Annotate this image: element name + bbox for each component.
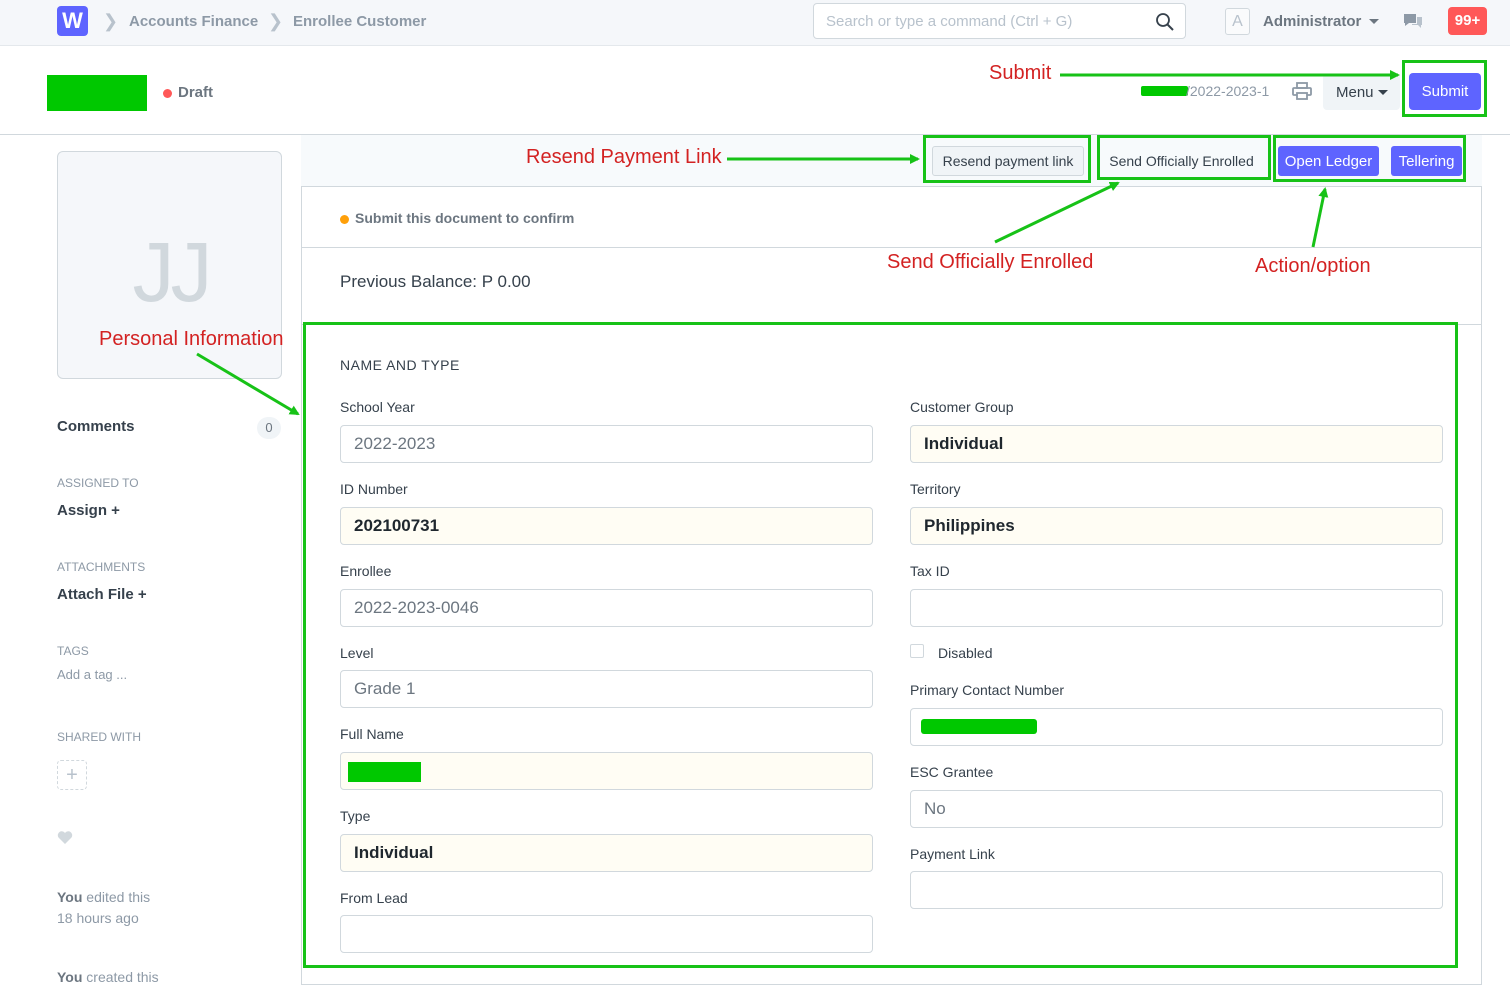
search-box xyxy=(813,3,1186,39)
annotation-box-resend xyxy=(923,135,1091,183)
menu-label: Menu xyxy=(1336,83,1374,101)
user-menu[interactable]: Administrator xyxy=(1263,13,1361,30)
submit-indicator-row: Submit this document to confirm xyxy=(301,188,1482,248)
menu-button[interactable]: Menu xyxy=(1323,74,1400,110)
navbar: W ❯ Accounts Finance ❯ Enrollee Customer… xyxy=(0,0,1510,46)
draft-indicator-dot xyxy=(163,89,172,98)
page-title-redacted xyxy=(47,75,147,111)
activity-user: You xyxy=(57,969,83,985)
comments-label[interactable]: Comments xyxy=(57,418,135,435)
annotation-box-submit xyxy=(1402,60,1487,117)
annotation-resend-payment-link: Resend Payment Link xyxy=(526,146,722,168)
annotation-box-personal-info xyxy=(303,322,1458,968)
comments-count: 0 xyxy=(257,417,281,439)
search-icon[interactable] xyxy=(1155,12,1175,32)
activity-action: created this xyxy=(82,969,159,985)
annotation-box-send-enrolled xyxy=(1097,135,1271,180)
annotation-box-actions xyxy=(1273,135,1466,182)
annotation-submit: Submit xyxy=(989,62,1052,84)
annotation-personal-information: Personal Information xyxy=(99,328,284,350)
notifications-badge[interactable]: 99+ xyxy=(1448,7,1487,35)
annotation-send-officially-enrolled: Send Officially Enrolled xyxy=(887,251,1094,273)
doc-name: /2022-2023-1 xyxy=(1186,83,1270,99)
status-indicator: Draft xyxy=(178,84,214,101)
app-logo[interactable]: W xyxy=(57,6,88,36)
avatar-initials: JJ xyxy=(132,225,213,319)
doc-name-redacted xyxy=(1141,86,1188,96)
previous-balance: Previous Balance: P 0.00 xyxy=(340,272,531,291)
page-head: Draft /2022-2023-1 Menu Submit xyxy=(0,46,1510,135)
search-input[interactable] xyxy=(826,4,1156,38)
assigned-to-label: ASSIGNED TO xyxy=(57,476,139,490)
assign-button[interactable]: Assign + xyxy=(57,502,120,519)
confirm-indicator-dot xyxy=(340,215,349,224)
activity-time: 18 hours ago xyxy=(57,910,139,926)
chevron-right-icon: ❯ xyxy=(268,11,284,31)
shared-with-label: SHARED WITH xyxy=(57,730,141,744)
chevron-right-icon: ❯ xyxy=(103,11,119,31)
breadcrumb-accounts-finance[interactable]: Accounts Finance xyxy=(129,13,258,30)
activity-item: You created this xyxy=(57,969,159,985)
chat-icon[interactable] xyxy=(1402,12,1424,30)
activity-item: You edited this xyxy=(57,889,150,905)
user-avatar[interactable]: A xyxy=(1225,8,1250,35)
submit-indicator-text: Submit this document to confirm xyxy=(355,210,575,226)
attachments-label: ATTACHMENTS xyxy=(57,560,146,574)
annotation-action-option: Action/option xyxy=(1255,255,1371,277)
activity-user: You xyxy=(57,889,83,905)
attach-file-button[interactable]: Attach File + xyxy=(57,586,147,603)
heart-icon[interactable] xyxy=(57,830,73,845)
chevron-down-icon[interactable] xyxy=(1369,19,1379,24)
activity-action: edited this xyxy=(82,889,151,905)
print-icon[interactable] xyxy=(1292,82,1312,100)
add-tag-link[interactable]: Add a tag ... xyxy=(57,667,127,682)
breadcrumb-enrollee-customer[interactable]: Enrollee Customer xyxy=(293,13,426,30)
chevron-down-icon xyxy=(1377,90,1388,96)
tags-label: TAGS xyxy=(57,644,89,658)
add-share-button[interactable]: + xyxy=(57,760,87,790)
